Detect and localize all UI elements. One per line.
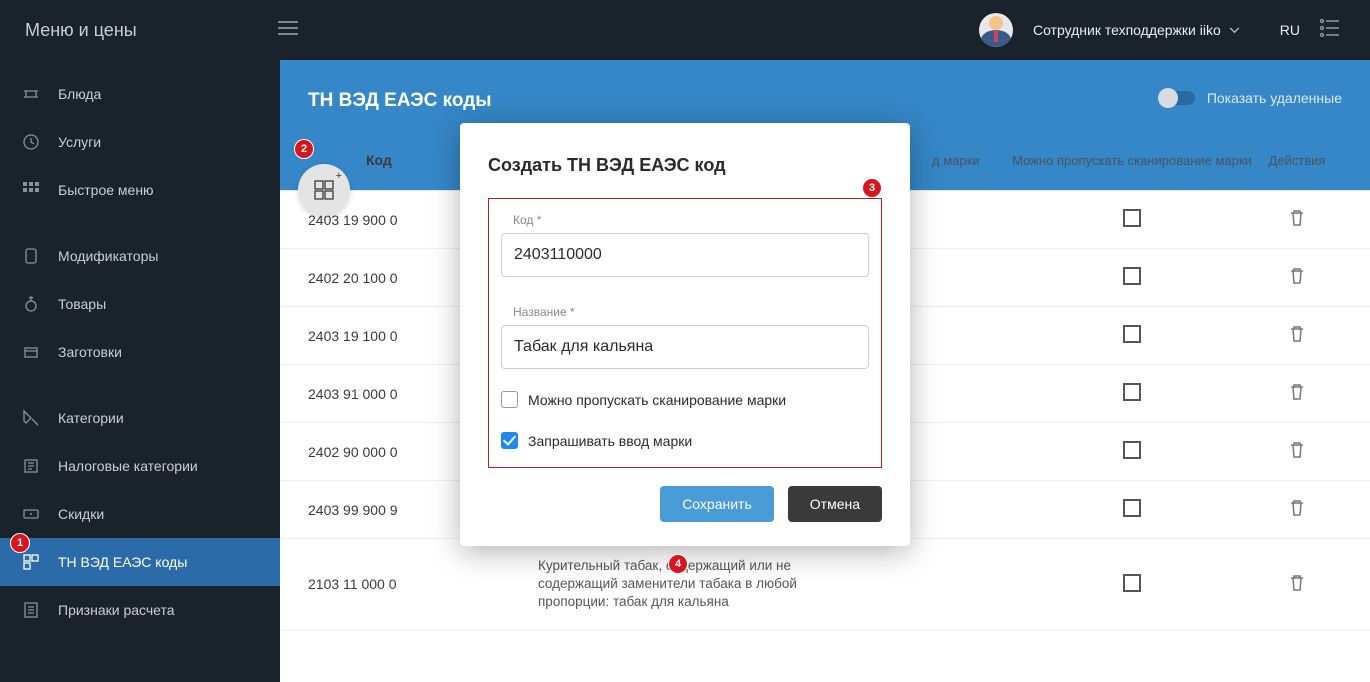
trash-icon[interactable]	[1289, 325, 1305, 343]
sidebar-item-services[interactable]: Услуги	[0, 118, 280, 166]
cell-skip-scan	[1012, 499, 1252, 520]
tax-categories-icon	[22, 457, 40, 475]
apps-icon[interactable]	[1320, 19, 1340, 42]
categories-icon	[22, 409, 40, 427]
trash-icon[interactable]	[1289, 441, 1305, 459]
sidebar-item-label: ТН ВЭД ЕАЭС коды	[58, 554, 187, 570]
user-name: Сотрудник техподдержки iiko	[1033, 22, 1221, 38]
cell-skip-scan	[1012, 209, 1252, 230]
sidebar-item-label: Скидки	[58, 506, 104, 522]
cell-skip-scan	[1012, 441, 1252, 462]
avatar[interactable]	[979, 13, 1013, 47]
sidebar-item-label: Категории	[58, 410, 124, 426]
trash-icon[interactable]	[1289, 574, 1305, 592]
user-menu[interactable]: Сотрудник техподдержки iiko	[1033, 22, 1240, 38]
sidebar-item-tnved[interactable]: ТН ВЭД ЕАЭС коды	[0, 538, 280, 586]
goods-icon	[22, 295, 40, 313]
sidebar-item-discounts[interactable]: Скидки	[0, 490, 280, 538]
hamburger-menu-icon[interactable]	[278, 21, 300, 39]
sidebar-item-calc-signs[interactable]: Признаки расчета	[0, 586, 280, 634]
plus-icon: +	[336, 170, 342, 182]
language-selector[interactable]: RU	[1280, 22, 1300, 38]
cell-skip-scan	[1012, 383, 1252, 404]
cell-skip-scan	[1012, 574, 1252, 595]
sidebar-item-label: Заготовки	[58, 344, 122, 360]
cell-actions	[1252, 383, 1342, 404]
tnved-icon	[22, 553, 40, 571]
table-row[interactable]: 2103 11 000 0Курительный табак, содержащ…	[280, 539, 1370, 631]
services-icon	[22, 133, 40, 151]
sidebar-item-label: Модификаторы	[58, 248, 158, 264]
add-button[interactable]: +	[298, 164, 350, 216]
step-marker-2: 2	[294, 139, 314, 159]
sidebar-item-tax-categories[interactable]: Налоговые категории	[0, 442, 280, 490]
sidebar-item-quick-menu[interactable]: Быстрое меню	[0, 166, 280, 214]
show-deleted-label: Показать удаленные	[1207, 90, 1342, 106]
code-input[interactable]	[514, 246, 856, 264]
step-marker-4: 4	[668, 554, 688, 574]
skip-scan-row-checkbox[interactable]	[1123, 441, 1141, 459]
name-input[interactable]	[514, 338, 856, 356]
cell-actions	[1252, 267, 1342, 288]
cell-actions	[1252, 574, 1342, 595]
step-marker-3: 3	[862, 178, 882, 198]
name-field-label: Название *	[501, 305, 869, 319]
sidebar-item-modifiers[interactable]: Модификаторы	[0, 232, 280, 280]
create-modal: Создать ТН ВЭД ЕАЭС код Код * Название *…	[460, 123, 910, 546]
skip-scan-row-checkbox[interactable]	[1123, 499, 1141, 517]
skip-scan-row-checkbox[interactable]	[1123, 574, 1141, 592]
discounts-icon	[22, 505, 40, 523]
sidebar-item-blanks[interactable]: Заготовки	[0, 328, 280, 376]
cell-actions	[1252, 441, 1342, 462]
skip-scan-checkbox[interactable]	[501, 391, 518, 408]
app-title: Меню и цены	[25, 20, 137, 41]
request-mark-checkbox-row[interactable]: Запрашивать ввод марки	[501, 432, 869, 449]
cell-actions	[1252, 209, 1342, 230]
trash-icon[interactable]	[1289, 209, 1305, 227]
skip-scan-row-checkbox[interactable]	[1123, 209, 1141, 227]
show-deleted-toggle[interactable]	[1161, 91, 1195, 105]
sidebar-item-dishes[interactable]: Блюда	[0, 70, 280, 118]
blanks-icon	[22, 343, 40, 361]
sidebar-item-label: Блюда	[58, 86, 101, 102]
sidebar-item-goods[interactable]: Товары	[0, 280, 280, 328]
request-mark-checkbox[interactable]	[501, 432, 518, 449]
sidebar-item-label: Признаки расчета	[58, 602, 175, 618]
sidebar: Блюда Услуги Быстрое меню Модификаторы Т…	[0, 60, 280, 682]
trash-icon[interactable]	[1289, 383, 1305, 401]
calc-signs-icon	[22, 601, 40, 619]
cell-name: Курительный табак, содержащий или не сод…	[538, 557, 882, 612]
cell-code: 2103 11 000 0	[308, 576, 538, 592]
skip-scan-row-checkbox[interactable]	[1123, 267, 1141, 285]
sidebar-item-label: Товары	[58, 296, 106, 312]
quick-menu-icon	[22, 181, 40, 199]
skip-scan-label: Можно пропускать сканирование марки	[528, 392, 786, 408]
save-button[interactable]: Сохранить	[660, 486, 774, 522]
skip-scan-checkbox-row[interactable]: Можно пропускать сканирование марки	[501, 391, 869, 408]
cancel-button[interactable]: Отмена	[788, 486, 882, 522]
sidebar-item-label: Услуги	[58, 134, 101, 150]
table-header-skip-scan: Можно пропускать сканирование марки	[1012, 153, 1252, 168]
sidebar-item-label: Налоговые категории	[58, 458, 198, 474]
step-marker-1: 1	[10, 533, 30, 553]
cell-actions	[1252, 325, 1342, 346]
code-field-label: Код *	[501, 213, 869, 227]
table-header-actions: Действия	[1252, 153, 1342, 168]
modifiers-icon	[22, 247, 40, 265]
cell-skip-scan	[1012, 325, 1252, 346]
skip-scan-row-checkbox[interactable]	[1123, 383, 1141, 401]
sidebar-item-categories[interactable]: Категории	[0, 394, 280, 442]
trash-icon[interactable]	[1289, 499, 1305, 517]
chevron-down-icon	[1229, 27, 1240, 34]
trash-icon[interactable]	[1289, 267, 1305, 285]
cell-actions	[1252, 499, 1342, 520]
sidebar-item-label: Быстрое меню	[58, 182, 154, 198]
dishes-icon	[22, 85, 40, 103]
modal-title: Создать ТН ВЭД ЕАЭС код	[488, 155, 882, 176]
cell-skip-scan	[1012, 267, 1252, 288]
skip-scan-row-checkbox[interactable]	[1123, 325, 1141, 343]
request-mark-label: Запрашивать ввод марки	[528, 433, 692, 449]
